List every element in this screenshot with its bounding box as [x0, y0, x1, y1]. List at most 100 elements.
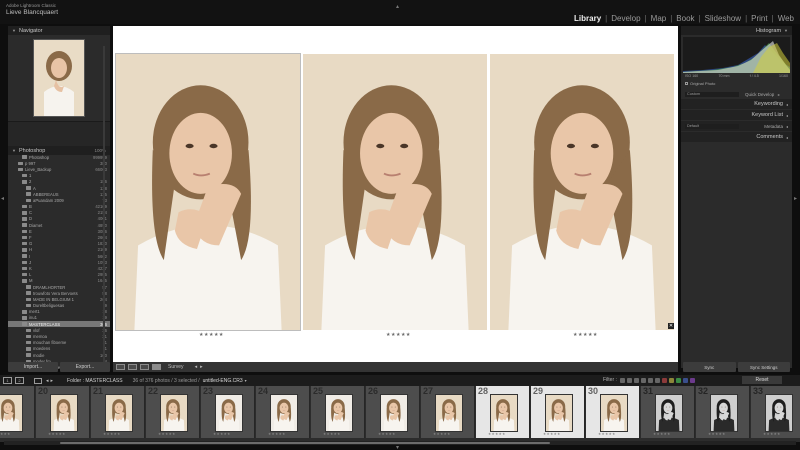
rating-stars[interactable]: ★★★★★ [386, 332, 411, 338]
color-filter-icon[interactable] [676, 378, 681, 383]
filmstrip-source[interactable]: Folder : MASTERCLASS [67, 378, 123, 384]
filmstrip-cell-selected[interactable]: 30 ★★★★★ [586, 386, 640, 438]
filmstrip-cell[interactable]: 24 ★★★★★ [256, 386, 310, 438]
flag-filter-icon[interactable] [634, 378, 639, 383]
collapse-top-panel-icon[interactable]: ▴ [396, 3, 399, 10]
filmstrip-cell-selected[interactable]: 29 ★★★★★ [531, 386, 585, 438]
filter-reset-button[interactable]: Reset [742, 376, 782, 384]
filmstrip-thumbnail[interactable] [710, 394, 738, 432]
rating-stars[interactable]: ★★★★★ [573, 332, 598, 338]
filmstrip-thumbnail[interactable] [600, 394, 628, 432]
rating-stars[interactable]: ★★★★★ [708, 432, 726, 436]
star-filter-icon[interactable] [641, 378, 646, 383]
star-filter-icon[interactable] [648, 378, 653, 383]
filmstrip-filename[interactable]: untitled-ENG.CR3 [203, 378, 243, 384]
histogram-header[interactable]: Histogram ▼ [681, 26, 792, 35]
keyword-list-header[interactable]: Keyword List ◂ [681, 110, 792, 120]
filmstrip-cell[interactable]: 27 ★★★★★ [421, 386, 475, 438]
secondary-window-icon[interactable]: 2 [15, 377, 24, 384]
color-filter-icon[interactable] [669, 378, 674, 383]
collapse-left-panel-icon[interactable]: ◂ [1, 195, 4, 202]
rating-stars[interactable]: ★★★★★ [488, 432, 506, 436]
filmstrip-cell[interactable]: 25 ★★★★★ [311, 386, 365, 438]
quick-develop-label[interactable]: Quick Develop [745, 92, 774, 97]
flag-filter-icon[interactable] [620, 378, 625, 383]
rating-stars[interactable]: ★★★★★ [653, 432, 671, 436]
rating-stars[interactable]: ★★★★★ [763, 432, 781, 436]
original-photo-row[interactable]: Original Photo [681, 80, 792, 86]
module-book[interactable]: Book [676, 14, 694, 23]
sync-settings-button[interactable]: Sync Settings [737, 362, 790, 372]
color-filter-icon[interactable] [683, 378, 688, 383]
color-filter-icon[interactable] [690, 378, 695, 383]
rating-stars[interactable]: ★★★★★ [323, 432, 341, 436]
filmstrip-scrollbar[interactable] [4, 441, 796, 445]
filmstrip-thumbnail[interactable] [270, 394, 298, 432]
star-filter-icon[interactable] [655, 378, 660, 383]
original-photo-checkbox[interactable] [685, 81, 688, 85]
deselect-photo-icon[interactable]: ✕ [668, 323, 674, 329]
saved-preset-select[interactable]: Custom [685, 91, 739, 97]
module-map[interactable]: Map [651, 14, 667, 23]
rating-stars[interactable]: ★★★★★ [103, 432, 121, 436]
metadata-label[interactable]: Metadata [764, 124, 783, 129]
filmstrip-cell[interactable]: 19 ★★★★★ [0, 386, 35, 438]
filmstrip-scroll-thumb[interactable] [60, 442, 550, 444]
collapse-filmstrip-icon[interactable]: ▾ [396, 444, 399, 450]
filmstrip-cell[interactable]: 32 ★★★★★ [696, 386, 750, 438]
filmstrip-thumbnail[interactable] [105, 394, 133, 432]
rating-stars[interactable]: ★★★★★ [378, 432, 396, 436]
rating-stars[interactable]: ★★★★★ [268, 432, 286, 436]
compare-view-button[interactable] [140, 364, 149, 370]
rating-stars[interactable]: ★★★★★ [48, 432, 66, 436]
filmstrip-thumbnail[interactable] [435, 394, 463, 432]
main-window-icon[interactable]: 1 [3, 377, 12, 384]
navigator-preview[interactable] [8, 35, 110, 121]
grid-icon[interactable] [34, 377, 42, 384]
module-slideshow[interactable]: Slideshow [705, 14, 741, 23]
filmstrip-thumbnail[interactable] [325, 394, 353, 432]
chevron-down-icon[interactable]: ▾ [245, 378, 247, 383]
rating-stars[interactable]: ★★★★★ [0, 432, 11, 436]
left-panel-scrollbar[interactable] [103, 46, 105, 366]
sync-button[interactable]: Sync [683, 362, 736, 372]
filmstrip-cell[interactable]: 21 ★★★★★ [91, 386, 145, 438]
filmstrip-thumbnail[interactable] [380, 394, 408, 432]
forward-arrow-icon[interactable]: ▸ [51, 378, 54, 384]
module-library[interactable]: Library [574, 14, 601, 23]
keywording-header[interactable]: Keywording ◂ [681, 99, 792, 109]
flag-filter-icon[interactable] [627, 378, 632, 383]
navigator-header[interactable]: ▼ Navigator [8, 26, 110, 35]
export-button[interactable]: Export... [60, 362, 110, 372]
filmstrip-thumbnail[interactable] [490, 394, 518, 432]
color-filter-icon[interactable] [662, 378, 667, 383]
rating-stars[interactable]: ★★★★★ [598, 432, 616, 436]
filmstrip-cell[interactable]: 23 ★★★★★ [201, 386, 255, 438]
filmstrip-cell-selected[interactable]: 28 ★★★★★ [476, 386, 530, 438]
comments-header[interactable]: Comments ◂ [681, 132, 792, 142]
survey-photo-2[interactable] [303, 54, 487, 330]
loupe-view-button[interactable] [128, 364, 137, 370]
filmstrip-cell[interactable]: 26 ★★★★★ [366, 386, 420, 438]
collapse-right-panel-icon[interactable]: ▸ [794, 195, 797, 202]
grid-view-button[interactable] [116, 364, 125, 370]
filmstrip-cell[interactable]: 33 ★★★★★ [751, 386, 800, 438]
survey-photo-3[interactable] [490, 54, 674, 330]
import-button[interactable]: Import... [8, 362, 58, 372]
survey-photo-1[interactable] [115, 53, 301, 331]
filmstrip-thumbnail[interactable] [50, 394, 78, 432]
filmstrip-thumbnail[interactable] [215, 394, 243, 432]
metadata-preset-select[interactable]: Default [685, 123, 739, 129]
next-arrow-icon[interactable]: ▸ [200, 364, 203, 370]
rating-stars[interactable]: ★★★★★ [543, 432, 561, 436]
filmstrip-cell[interactable]: 31 ★★★★★ [641, 386, 695, 438]
filmstrip-cell[interactable]: 22 ★★★★★ [146, 386, 200, 438]
filmstrip-thumbnail[interactable] [160, 394, 188, 432]
filmstrip-thumbnail[interactable] [655, 394, 683, 432]
module-web[interactable]: Web [778, 14, 794, 23]
rating-stars[interactable]: ★★★★★ [213, 432, 231, 436]
navigator-thumbnail[interactable] [33, 39, 85, 117]
module-develop[interactable]: Develop [611, 14, 640, 23]
rating-stars[interactable]: ★★★★★ [158, 432, 176, 436]
survey-view-button[interactable] [152, 364, 161, 370]
